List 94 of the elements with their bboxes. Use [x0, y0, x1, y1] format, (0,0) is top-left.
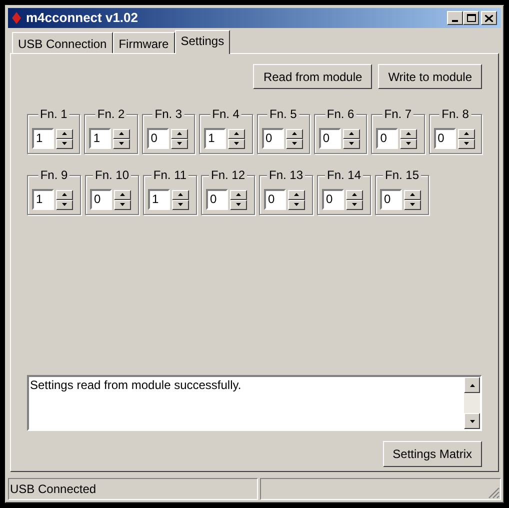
down-arrow-icon — [464, 142, 469, 145]
down-arrow-icon — [292, 142, 296, 145]
spin-down-button[interactable] — [346, 200, 363, 210]
minimize-icon — [452, 20, 458, 22]
up-arrow-icon — [464, 132, 469, 135]
value-field[interactable]: 0 — [318, 128, 341, 149]
maximize-button[interactable] — [463, 11, 479, 25]
spin-down-button[interactable] — [56, 200, 73, 210]
spin-down-button[interactable] — [458, 138, 475, 148]
spin-down-button[interactable] — [404, 200, 421, 210]
spin-up-button[interactable] — [346, 190, 363, 200]
window-title: m4cconnect v1.02 — [26, 9, 138, 28]
down-arrow-icon — [119, 142, 124, 145]
spin-up-button[interactable] — [56, 128, 73, 138]
log-text: Settings read from module successfully. — [29, 377, 242, 393]
spin-down-button[interactable] — [342, 138, 360, 148]
value-field[interactable]: 0 — [322, 189, 344, 210]
up-arrow-icon — [292, 132, 296, 135]
value-field[interactable]: 0 — [206, 189, 228, 210]
spin-down-button[interactable] — [288, 200, 305, 210]
value-field[interactable]: 0 — [264, 189, 286, 210]
spin-down-button[interactable] — [286, 138, 302, 148]
up-arrow-icon — [406, 132, 412, 135]
action-button[interactable]: Write to module — [378, 64, 482, 89]
up-arrow-icon — [236, 193, 241, 196]
spin-up-button[interactable] — [286, 128, 302, 138]
down-arrow-icon — [234, 142, 240, 145]
log-area[interactable]: Settings read from module successfully. — [27, 375, 482, 431]
tab[interactable]: USB Connection — [12, 32, 113, 53]
down-arrow-icon — [176, 142, 182, 145]
up-arrow-icon — [294, 193, 299, 196]
maximize-icon — [466, 14, 476, 22]
down-arrow-icon — [410, 203, 415, 206]
up-arrow-icon — [62, 132, 67, 135]
down-arrow-icon — [294, 203, 299, 206]
up-arrow-icon — [178, 193, 183, 196]
up-arrow-icon — [352, 193, 357, 196]
up-arrow-icon — [62, 193, 67, 196]
up-arrow-icon — [119, 132, 124, 135]
spin-down-button[interactable] — [230, 200, 247, 210]
close-icon — [485, 14, 493, 22]
tab[interactable]: Firmware — [112, 32, 175, 53]
minimize-button[interactable] — [447, 11, 463, 25]
spin-up-button[interactable] — [114, 190, 131, 200]
value-field[interactable]: 0 — [376, 128, 398, 149]
down-arrow-icon — [120, 203, 125, 206]
scroll-down-icon — [470, 420, 474, 422]
spin-up-button[interactable] — [400, 128, 418, 138]
value-field[interactable]: 0 — [262, 128, 284, 149]
scroll-up-icon — [470, 384, 474, 386]
spin-up-button[interactable] — [230, 190, 247, 200]
up-arrow-icon — [348, 132, 354, 135]
down-arrow-icon — [178, 203, 183, 206]
spin-up-button[interactable] — [404, 190, 421, 200]
down-arrow-icon — [62, 203, 67, 206]
spin-down-button[interactable] — [114, 200, 131, 210]
value-field[interactable]: 0 — [434, 128, 456, 149]
down-arrow-icon — [236, 203, 241, 206]
value-field[interactable]: 0 — [90, 189, 112, 210]
value-field[interactable]: 1 — [89, 128, 112, 149]
up-arrow-icon — [410, 193, 415, 196]
spin-up-button[interactable] — [228, 128, 246, 138]
spin-up-button[interactable] — [172, 190, 189, 200]
spin-up-button[interactable] — [170, 128, 188, 138]
down-arrow-icon — [352, 203, 357, 206]
up-arrow-icon — [234, 132, 240, 135]
value-field[interactable]: 0 — [146, 128, 169, 149]
close-button[interactable] — [481, 11, 497, 25]
spin-down-button[interactable] — [228, 138, 246, 148]
action-button[interactable]: Read from module — [253, 64, 372, 89]
spin-down-button[interactable] — [400, 138, 418, 148]
spin-down-button[interactable] — [172, 200, 189, 210]
spin-up-button[interactable] — [113, 128, 130, 138]
value-field[interactable]: 1 — [32, 189, 54, 210]
spin-up-button[interactable] — [56, 190, 73, 200]
app-icon — [12, 12, 21, 24]
value-field[interactable]: 1 — [32, 128, 54, 149]
value-field[interactable]: 0 — [380, 189, 402, 210]
status-text: USB Connected — [10, 482, 96, 496]
spin-down-button[interactable] — [170, 138, 188, 148]
down-arrow-icon — [348, 142, 354, 145]
spin-down-button[interactable] — [56, 138, 73, 148]
tab[interactable]: Settings — [174, 30, 230, 54]
up-arrow-icon — [176, 132, 182, 135]
spin-up-button[interactable] — [288, 190, 305, 200]
up-arrow-icon — [120, 193, 125, 196]
value-field[interactable]: 1 — [204, 128, 226, 149]
down-arrow-icon — [62, 142, 67, 145]
value-field[interactable]: 1 — [148, 189, 170, 210]
spin-up-button[interactable] — [458, 128, 475, 138]
spin-down-button[interactable] — [113, 138, 130, 148]
settings-matrix-button[interactable]: Settings Matrix — [382, 441, 482, 467]
spin-up-button[interactable] — [342, 128, 360, 138]
down-arrow-icon — [406, 142, 412, 145]
